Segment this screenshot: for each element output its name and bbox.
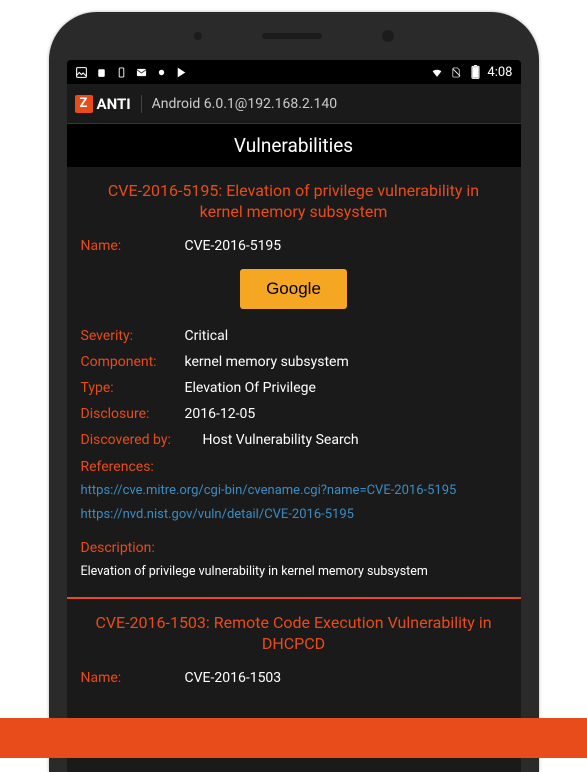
name-value: CVE-2016-5195 [185, 238, 282, 254]
google-search-button[interactable]: Google [240, 269, 347, 309]
app-logo[interactable]: Z ANTI [75, 95, 142, 113]
field-discovered-by: Discovered by: Host Vulnerability Search [81, 427, 507, 453]
vulnerability-title: CVE-2016-1503: Remote Code Execution Vul… [81, 607, 507, 665]
reference-link[interactable]: https://cve.mitre.org/cgi-bin/cvename.cg… [81, 479, 507, 504]
component-label: Component: [81, 354, 171, 370]
name-label: Name: [81, 238, 171, 254]
battery-icon [468, 65, 482, 79]
app-target-info: Android 6.0.1@192.168.2.140 [152, 96, 337, 112]
status-right-icons: 4:08 [430, 65, 512, 80]
vulnerability-card[interactable]: CVE-2016-1503: Remote Code Execution Vul… [67, 599, 521, 699]
device-icon [115, 65, 129, 79]
phone-top-hardware [49, 30, 539, 42]
reference-link[interactable]: https://nvd.nist.gov/vuln/detail/CVE-201… [81, 503, 507, 528]
zanti-logo-icon: Z [75, 95, 93, 113]
name-value: CVE-2016-1503 [185, 670, 282, 686]
severity-label: Severity: [81, 328, 171, 344]
vulnerability-card[interactable]: CVE-2016-5195: Elevation of privilege vu… [67, 167, 521, 599]
type-value: Elevation Of Privilege [185, 380, 316, 396]
section-title: Vulnerabilities [67, 124, 521, 167]
front-camera [382, 30, 394, 42]
speaker-slot [262, 33, 322, 39]
vulnerability-title: CVE-2016-5195: Elevation of privilege vu… [81, 175, 507, 233]
component-value: kernel memory subsystem [185, 354, 349, 370]
references-label: References: [81, 453, 507, 479]
discovered-by-label: Discovered by: [81, 432, 189, 448]
field-type: Type: Elevation Of Privilege [81, 375, 507, 401]
bottom-banner [0, 718, 587, 758]
disclosure-value: 2016-12-05 [185, 406, 256, 422]
description-text: Elevation of privilege vulnerability in … [81, 560, 507, 589]
app-brand-name: ANTI [97, 95, 131, 113]
sensor-dot [194, 32, 202, 40]
mail-icon [135, 65, 149, 79]
severity-value: Critical [185, 328, 229, 344]
wifi-icon [430, 65, 444, 79]
app-header: Z ANTI Android 6.0.1@192.168.2.140 [67, 84, 521, 124]
name-label: Name: [81, 670, 171, 686]
field-name: Name: CVE-2016-5195 [81, 233, 507, 259]
android-icon [95, 65, 109, 79]
vulnerability-list[interactable]: CVE-2016-5195: Elevation of privilege vu… [67, 167, 521, 772]
android-icon-2 [155, 65, 169, 79]
type-label: Type: [81, 380, 171, 396]
discovered-by-value: Host Vulnerability Search [203, 432, 359, 448]
image-icon [75, 65, 89, 79]
field-severity: Severity: Critical [81, 323, 507, 349]
disclosure-label: Disclosure: [81, 406, 171, 422]
description-label: Description: [81, 528, 507, 560]
no-sim-icon [449, 65, 463, 79]
play-icon [175, 65, 189, 79]
phone-screen: 4:08 Z ANTI Android 6.0.1@192.168.2.140 … [67, 60, 521, 772]
field-name: Name: CVE-2016-1503 [81, 665, 507, 691]
status-time: 4:08 [487, 65, 512, 80]
status-left-icons [75, 65, 189, 79]
status-bar: 4:08 [67, 60, 521, 84]
field-disclosure: Disclosure: 2016-12-05 [81, 401, 507, 427]
phone-frame: 4:08 Z ANTI Android 6.0.1@192.168.2.140 … [49, 12, 539, 772]
field-component: Component: kernel memory subsystem [81, 349, 507, 375]
